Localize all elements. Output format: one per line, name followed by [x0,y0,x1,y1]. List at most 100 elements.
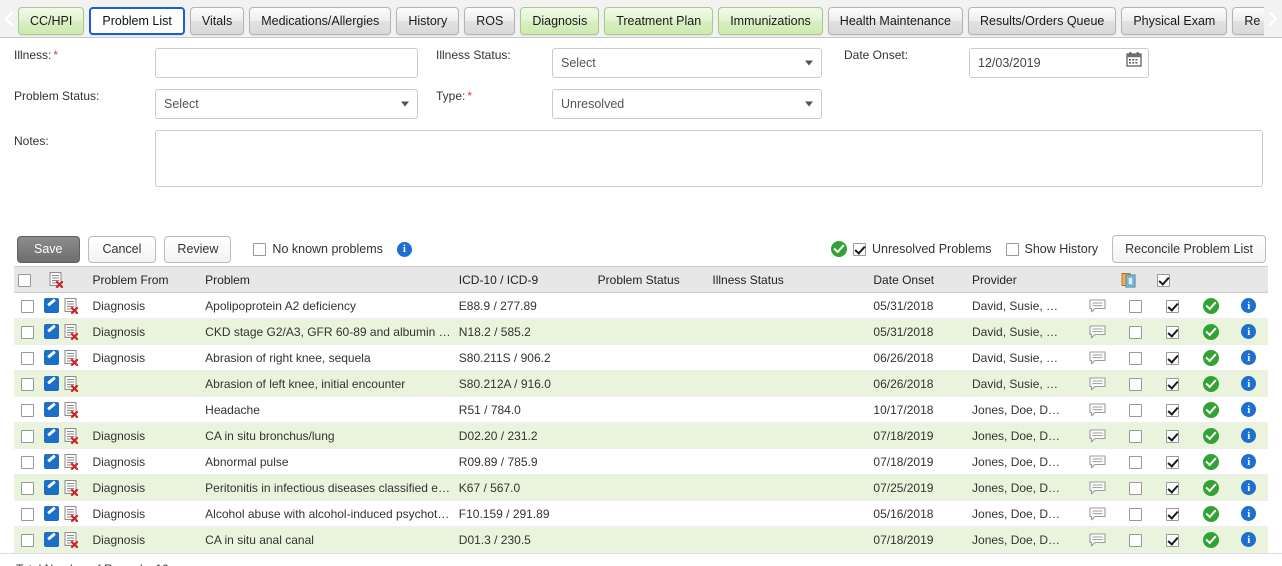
chevron-left-icon[interactable] [0,0,18,38]
edit-icon[interactable] [44,376,59,391]
table-row[interactable]: DiagnosisApolipoprotein A2 deficiencyE88… [14,293,1268,319]
row-flag-checkbox[interactable] [1129,404,1142,417]
row-flag-checkbox[interactable] [1129,300,1142,313]
row-active-checkbox[interactable] [1166,404,1179,417]
row-active-checkbox[interactable] [1166,430,1179,443]
row-flag-checkbox[interactable] [1129,378,1142,391]
row-flag-checkbox[interactable] [1129,456,1142,469]
tab-medications-allergies[interactable]: Medications/Allergies [249,7,391,35]
row-flag-checkbox[interactable] [1129,430,1142,443]
row-active-checkbox[interactable] [1166,378,1179,391]
tab-ros[interactable]: ROS [464,7,515,35]
row-flag-checkbox[interactable] [1129,326,1142,339]
green-check-icon[interactable] [1203,402,1219,418]
green-check-icon[interactable] [1203,350,1219,366]
info-icon[interactable]: i [1241,402,1256,417]
row-active-checkbox[interactable] [1166,326,1179,339]
calendar-icon[interactable] [1126,49,1142,77]
edit-icon[interactable] [44,402,59,417]
info-icon[interactable]: i [1241,428,1256,443]
header-date-onset[interactable]: Date Onset [869,267,968,293]
info-icon[interactable]: i [1241,506,1256,521]
row-flag-checkbox[interactable] [1129,534,1142,547]
row-select-checkbox[interactable] [21,534,34,547]
table-row[interactable]: DiagnosisCKD stage G2/A3, GFR 60-89 and … [14,319,1268,345]
tab-results-orders-queue[interactable]: Results/Orders Queue [968,7,1116,35]
row-select-checkbox[interactable] [21,430,34,443]
edit-icon[interactable] [44,350,59,365]
reconcile-problem-list-button[interactable]: Reconcile Problem List [1112,235,1266,263]
edit-icon[interactable] [44,506,59,521]
row-select-checkbox[interactable] [21,456,34,469]
select-all-checkbox[interactable] [18,274,31,287]
info-icon[interactable]: i [1241,376,1256,391]
green-check-icon[interactable] [1203,506,1219,522]
columns-chooser-icon[interactable] [1121,272,1137,288]
tab-history[interactable]: History [396,7,459,35]
header-problem[interactable]: Problem [201,267,455,293]
row-select-checkbox[interactable] [21,378,34,391]
edit-icon[interactable] [44,454,59,469]
row-select-checkbox[interactable] [21,482,34,495]
row-select-checkbox[interactable] [21,404,34,417]
header-provider[interactable]: Provider [968,267,1077,293]
note-icon[interactable] [1089,455,1105,469]
note-icon[interactable] [1089,325,1105,339]
note-icon[interactable] [1089,481,1105,495]
table-row[interactable]: DiagnosisCA in situ anal canalD01.3 / 23… [14,527,1268,553]
delete-document-icon[interactable] [49,272,64,288]
tab-immunizations[interactable]: Immunizations [718,7,823,35]
delete-document-icon[interactable] [64,376,79,392]
table-row[interactable]: Abrasion of left knee, initial encounter… [14,371,1268,397]
info-icon[interactable]: i [1241,350,1256,365]
delete-document-icon[interactable] [64,298,79,314]
tab-treatment-plan[interactable]: Treatment Plan [604,7,713,35]
note-icon[interactable] [1089,507,1105,521]
info-icon[interactable]: i [1241,454,1256,469]
unresolved-problems-checkbox[interactable] [853,243,866,256]
type-select[interactable]: Unresolved [552,89,822,119]
delete-document-icon[interactable] [64,480,79,496]
row-active-checkbox[interactable] [1166,456,1179,469]
table-row[interactable]: DiagnosisPeritonitis in infectious disea… [14,475,1268,501]
review-button[interactable]: Review [164,236,231,263]
tab-diagnosis[interactable]: Diagnosis [520,7,599,35]
edit-icon[interactable] [44,324,59,339]
tab-problem-list[interactable]: Problem List [89,7,184,35]
info-icon[interactable]: i [1241,480,1256,495]
info-icon[interactable]: i [1241,324,1256,339]
delete-document-icon[interactable] [64,324,79,340]
tab-vitals[interactable]: Vitals [190,7,244,35]
edit-icon[interactable] [44,298,59,313]
row-active-checkbox[interactable] [1166,508,1179,521]
green-check-icon[interactable] [1203,454,1219,470]
green-check-icon[interactable] [1203,324,1219,340]
info-icon[interactable]: i [1241,532,1256,547]
tab-re[interactable]: Re [1232,7,1264,35]
row-active-checkbox[interactable] [1166,300,1179,313]
header-problem-from[interactable]: Problem From [88,267,201,293]
note-icon[interactable] [1089,403,1105,417]
row-select-checkbox[interactable] [21,300,34,313]
row-select-checkbox[interactable] [21,352,34,365]
tab-cc-hpi[interactable]: CC/HPI [18,7,84,35]
row-flag-checkbox[interactable] [1129,508,1142,521]
cancel-button[interactable]: Cancel [88,236,157,263]
note-icon[interactable] [1089,351,1105,365]
delete-document-icon[interactable] [64,532,79,548]
table-row[interactable]: DiagnosisCA in situ bronchus/lungD02.20 … [14,423,1268,449]
row-active-checkbox[interactable] [1166,482,1179,495]
tab-health-maintenance[interactable]: Health Maintenance [828,7,963,35]
table-row[interactable]: DiagnosisAlcohol abuse with alcohol-indu… [14,501,1268,527]
note-icon[interactable] [1089,377,1105,391]
delete-document-icon[interactable] [64,350,79,366]
row-flag-checkbox[interactable] [1129,352,1142,365]
table-row[interactable]: HeadacheR51 / 784.010/17/2018Jones, Doe,… [14,397,1268,423]
save-button[interactable]: Save [17,236,80,263]
green-check-icon[interactable] [1203,298,1219,314]
problem-status-select[interactable]: Select [155,89,418,119]
no-known-problems-checkbox[interactable] [253,243,266,256]
row-select-checkbox[interactable] [21,508,34,521]
row-flag-checkbox[interactable] [1129,482,1142,495]
info-icon[interactable]: i [1241,298,1256,313]
